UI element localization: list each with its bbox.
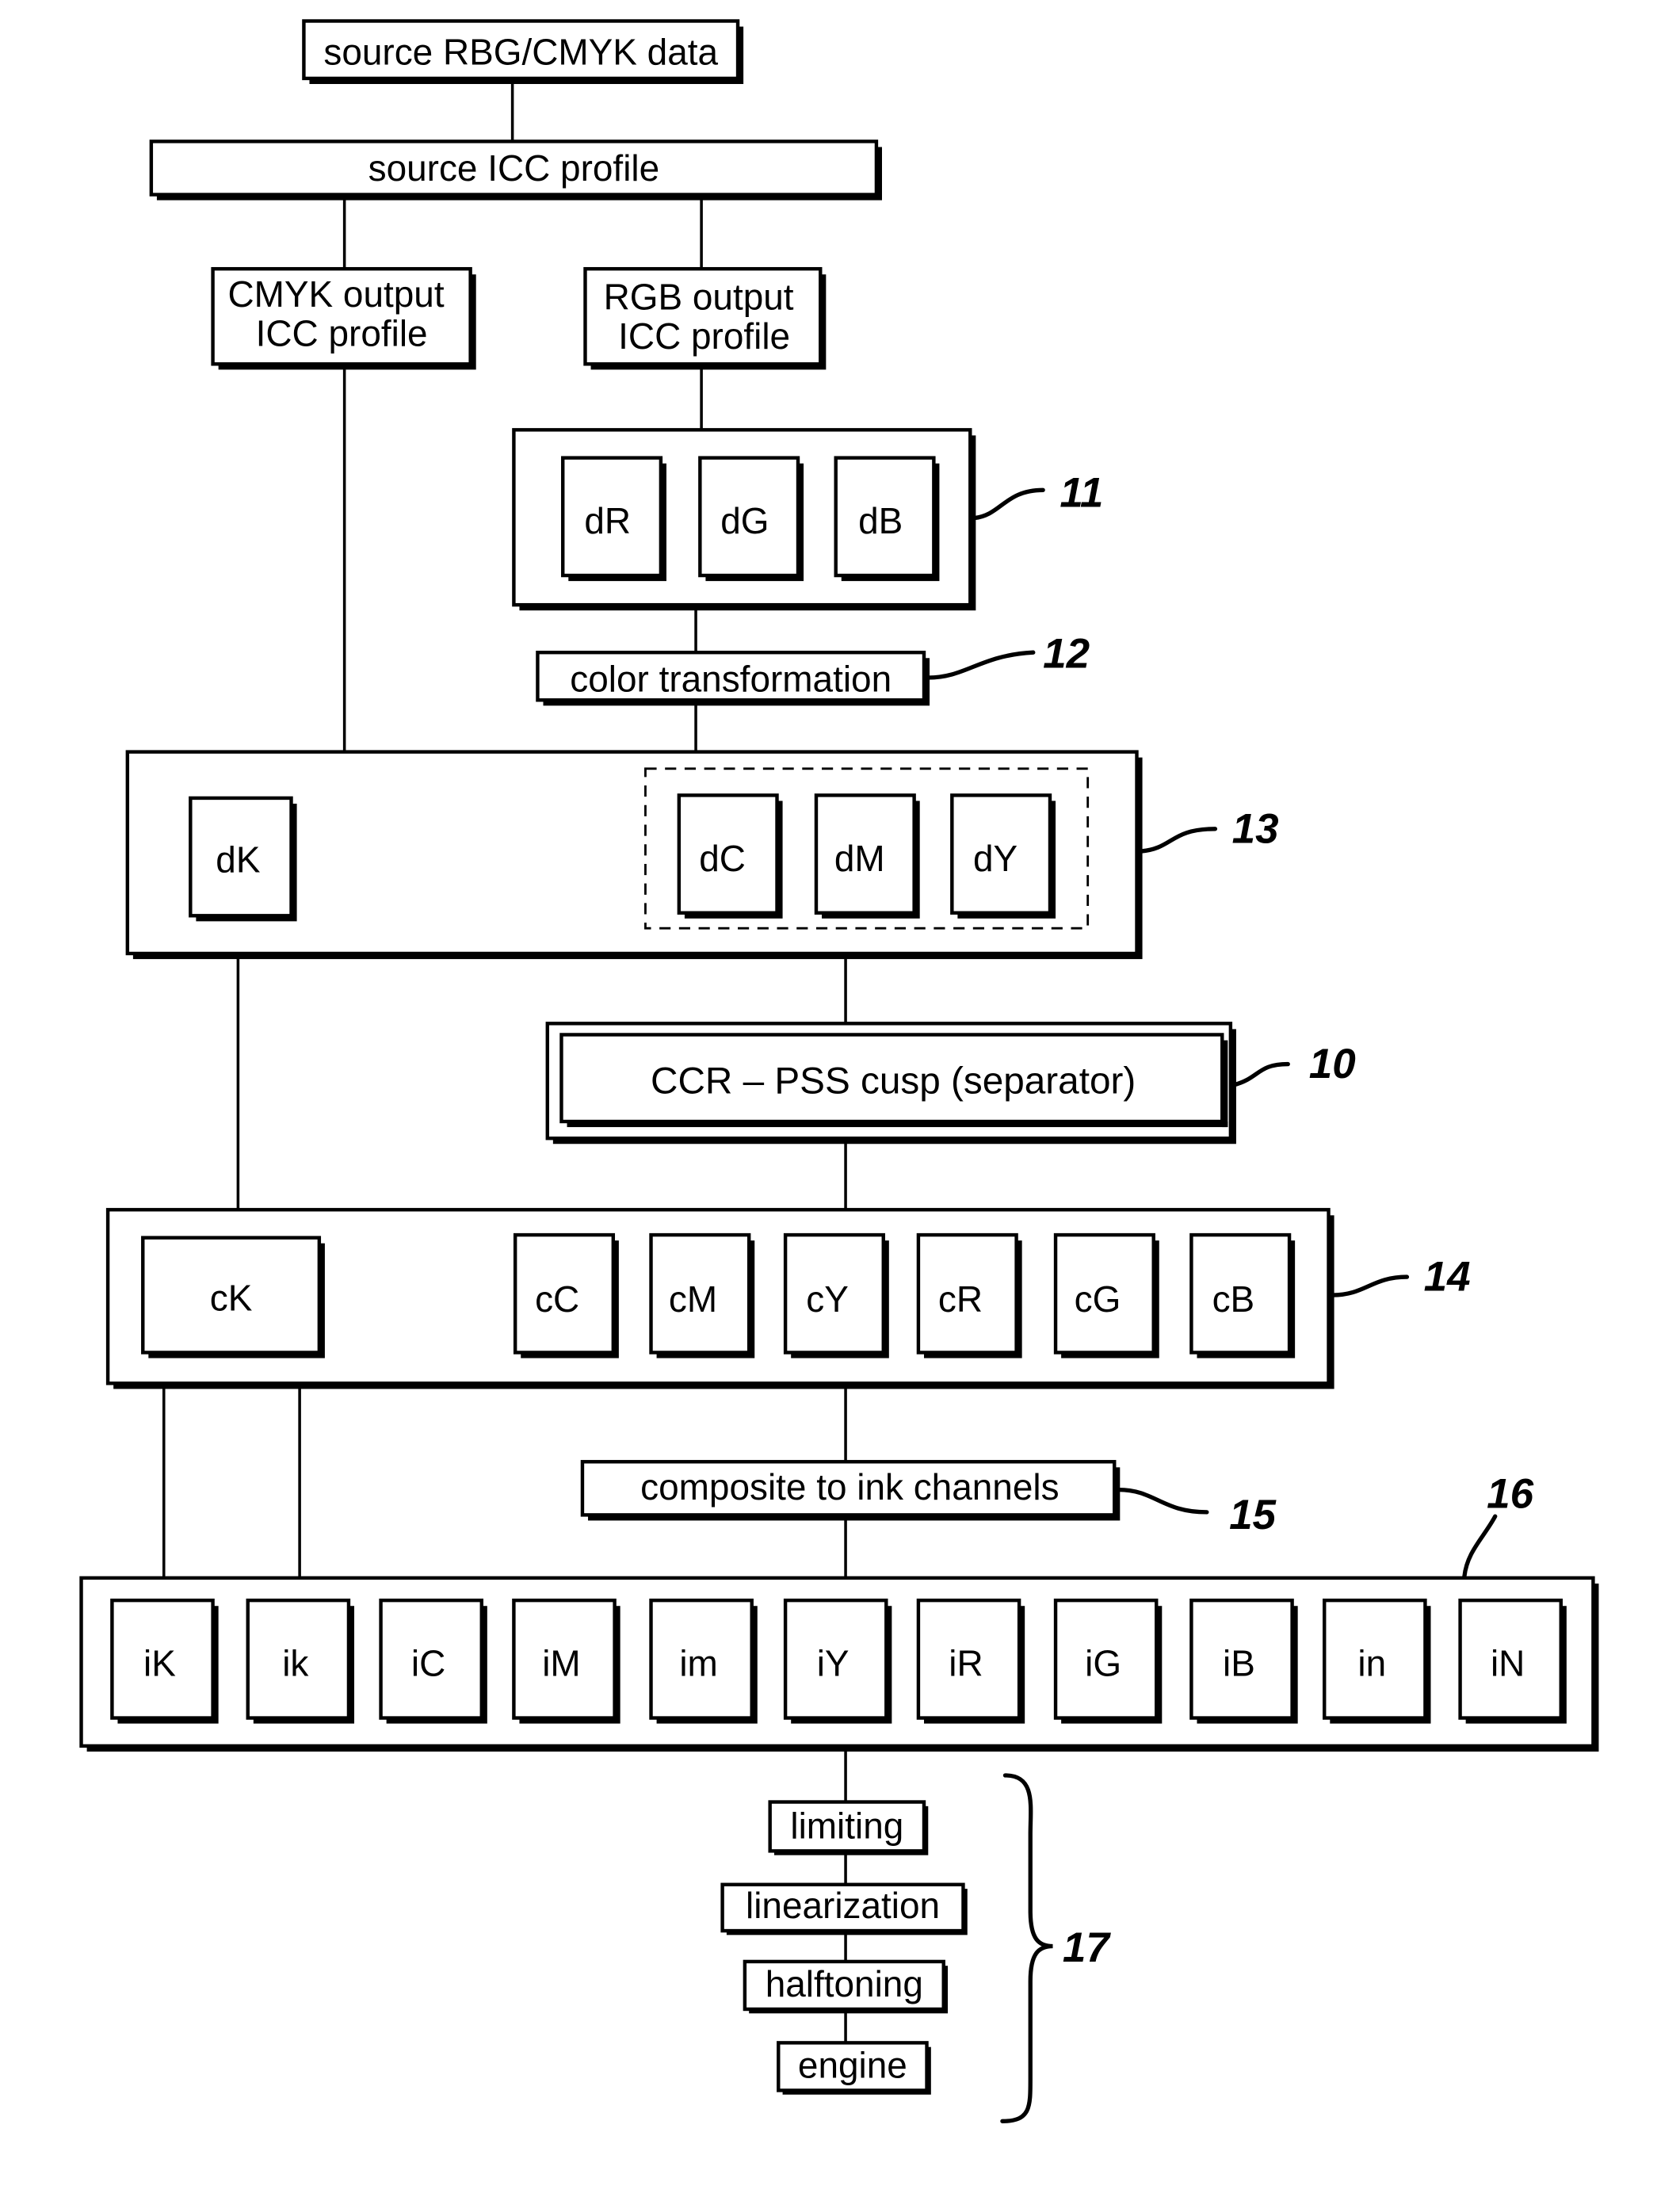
leader-15 (1116, 1487, 1209, 1515)
ink-channel-label-iR: iR (949, 1643, 983, 1684)
ink-channel-label-iY: iY (817, 1643, 850, 1684)
separator-label: CCR – PSS cusp (separator) (651, 1060, 1136, 1102)
pipeline-label-linearization: linearization (746, 1885, 940, 1926)
cmyk-output-profile-line2: ICC profile (256, 312, 428, 353)
ref-13: 13 (1232, 805, 1279, 852)
ink-channel-label-in: in (1357, 1643, 1386, 1684)
colorant-label-cM: cM (669, 1278, 717, 1320)
source-profile-label: source ICC profile (368, 147, 660, 189)
ink-channel-label-iM: iM (542, 1643, 580, 1684)
ref-17: 17 (1063, 1924, 1111, 1971)
colorant-label-cR: cR (938, 1278, 983, 1320)
device-label-dY: dY (973, 838, 1018, 879)
cmyk-output-profile-line1: CMYK output (227, 273, 444, 315)
ink-channel-label-iK: iK (143, 1643, 176, 1684)
ref-15: 15 (1229, 1492, 1277, 1538)
ref-12: 12 (1043, 631, 1090, 678)
ref-11: 11 (1060, 469, 1103, 516)
device-label-dC: dC (699, 838, 746, 879)
leader-11 (972, 487, 1045, 521)
rgb-output-profile-line1: RGB output (604, 276, 794, 317)
separator-inner-shadow-b (567, 1121, 1228, 1128)
ink-channel-label-im: im (679, 1643, 717, 1684)
pipeline-label-engine: engine (798, 2045, 907, 2086)
colorant-label-cG: cG (1075, 1278, 1121, 1320)
colorant-label-cY: cY (806, 1278, 849, 1320)
ink-channel-label-iN: iN (1491, 1643, 1525, 1684)
source-data-label: source RBG/CMYK data (323, 31, 718, 72)
ink-channel-label-iG: iG (1085, 1643, 1121, 1684)
ref-14: 14 (1424, 1254, 1471, 1301)
ref-10: 10 (1309, 1041, 1356, 1087)
leader-13 (1139, 827, 1218, 854)
leader-16 (1462, 1514, 1498, 1579)
ref-16: 16 (1487, 1471, 1533, 1518)
color-pipeline-diagram: source RBG/CMYK data source ICC profile CM… (79, 19, 1599, 2123)
ink-channel-label-iC: iC (411, 1643, 445, 1684)
pipeline-label-limiting: limiting (790, 1805, 903, 1846)
separator-inner-shadow-r (1222, 1040, 1228, 1128)
device-label-dK: dK (216, 839, 261, 881)
rgb-output-profile-line2: ICC profile (618, 315, 790, 357)
leader-10 (1231, 1061, 1290, 1087)
leader-12 (926, 650, 1036, 680)
ink-channel-label-ik: ik (282, 1643, 309, 1684)
device-rgb-label-dG: dG (720, 500, 769, 541)
brace-17 (1000, 1773, 1053, 2123)
ink-channel-label-iB: iB (1223, 1643, 1255, 1684)
colorant-label-cB: cB (1212, 1278, 1255, 1320)
device-rgb-label-dB: dB (858, 500, 903, 541)
leader-14 (1331, 1274, 1410, 1297)
colorant-label-cK: cK (210, 1277, 253, 1318)
color-transformation-label: color transformation (570, 659, 892, 700)
pipeline-label-halftoning: halftoning (766, 1963, 923, 2004)
colorant-label-cC: cC (535, 1278, 579, 1320)
device-rgb-label-dR: dR (584, 500, 631, 541)
device-label-dM: dM (834, 838, 885, 879)
composite-label: composite to ink channels (640, 1466, 1059, 1507)
